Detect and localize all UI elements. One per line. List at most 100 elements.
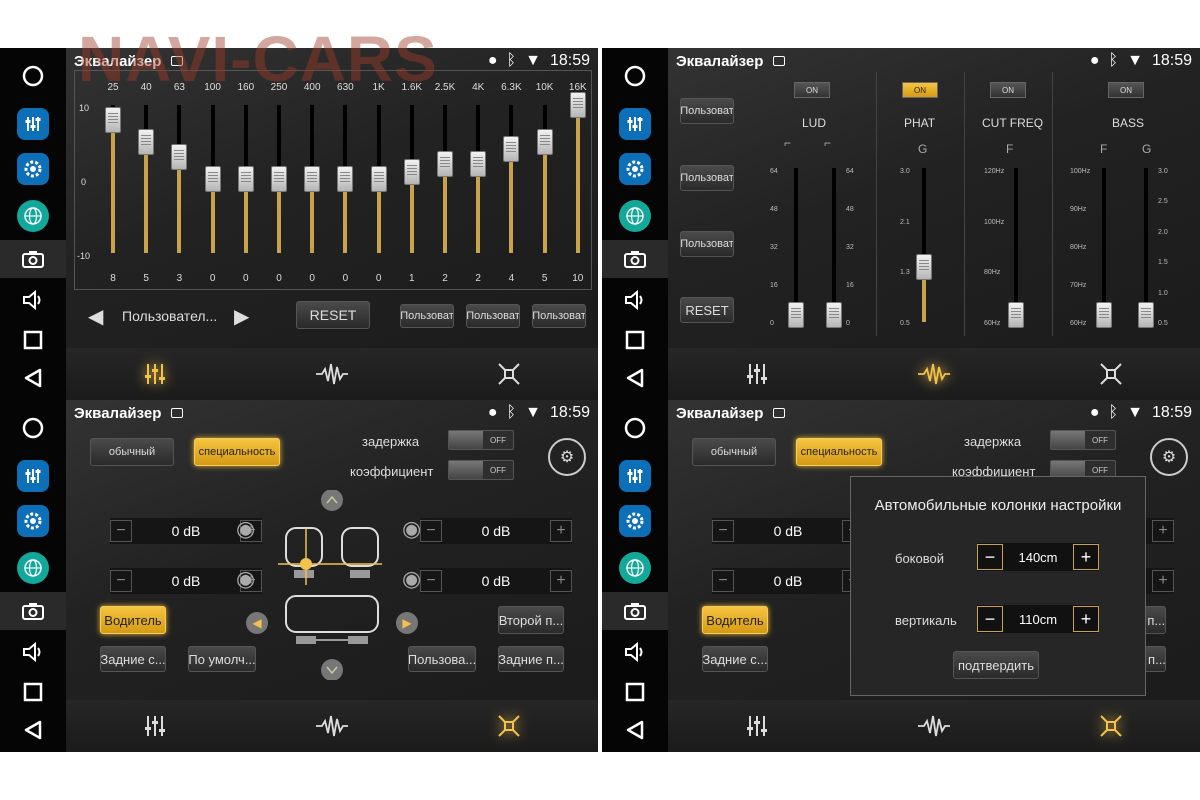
lud-left-track[interactable] xyxy=(788,168,804,328)
coef-toggle[interactable]: OFF xyxy=(448,460,514,480)
band-slider-track[interactable] xyxy=(204,105,221,253)
band-slider-knob[interactable] xyxy=(105,106,121,133)
settings-gear-icon[interactable] xyxy=(17,505,49,537)
lud-on-toggle[interactable]: ON xyxy=(794,82,830,98)
rear-seat-button[interactable]: Задние с... xyxy=(702,646,768,672)
band-slider-track[interactable] xyxy=(503,105,520,253)
car-settings-icon[interactable]: ⚙ xyxy=(1150,438,1188,476)
tab-soundwave-icon[interactable] xyxy=(312,354,352,394)
band-slider-knob[interactable] xyxy=(271,166,287,192)
driver-button[interactable]: Водитель xyxy=(100,606,166,634)
band-slider-knob[interactable] xyxy=(304,166,321,192)
car-settings-icon[interactable]: ⚙ xyxy=(548,438,586,476)
preset-button-2[interactable]: Пользоват xyxy=(466,304,520,328)
tab-equalizer-icon[interactable] xyxy=(135,354,175,394)
camera-icon[interactable] xyxy=(0,592,66,630)
band-slider-track[interactable] xyxy=(337,105,354,253)
phat-on-toggle[interactable]: ON xyxy=(902,82,938,98)
band-slider-track[interactable] xyxy=(237,105,254,253)
tab-soundwave-icon[interactable] xyxy=(312,706,352,746)
lud-right-knob[interactable] xyxy=(826,302,842,328)
band-slider-track[interactable] xyxy=(569,92,586,253)
special-mode-button[interactable]: специальность xyxy=(194,438,280,466)
rear-seat-button[interactable]: Задние с... xyxy=(100,646,166,672)
back-icon[interactable] xyxy=(619,362,651,394)
band-slider-knob[interactable] xyxy=(536,129,553,155)
lud-left-knob[interactable] xyxy=(788,302,804,328)
bass-f-track[interactable] xyxy=(1096,168,1112,328)
band-slider-knob[interactable] xyxy=(403,158,420,185)
tab-speaker-layout-icon[interactable] xyxy=(1091,354,1131,394)
tab-soundwave-icon[interactable] xyxy=(914,354,954,394)
globe-icon[interactable] xyxy=(619,552,651,584)
bass-f-knob[interactable] xyxy=(1096,302,1112,328)
band-slider-knob[interactable] xyxy=(370,166,387,192)
second-passenger-button[interactable]: Второй п... xyxy=(498,606,564,634)
preset-button-1[interactable]: Пользоват xyxy=(400,304,454,328)
vertical-minus-button[interactable]: − xyxy=(977,606,1003,632)
band-slider-track[interactable] xyxy=(470,105,487,253)
equalizer-app-icon[interactable] xyxy=(17,460,49,492)
band-slider-track[interactable] xyxy=(171,105,188,253)
minus-button[interactable]: − xyxy=(712,570,734,592)
equalizer-app-icon[interactable] xyxy=(619,108,651,140)
globe-icon[interactable] xyxy=(17,200,49,232)
confirm-button[interactable]: подтвердить xyxy=(953,651,1039,679)
tab-equalizer-icon[interactable] xyxy=(737,354,777,394)
camera-icon[interactable] xyxy=(602,592,668,630)
globe-icon[interactable] xyxy=(17,552,49,584)
side-minus-button[interactable]: − xyxy=(977,544,1003,570)
settings-gear-icon[interactable] xyxy=(619,153,651,185)
plus-button[interactable]: + xyxy=(1152,520,1174,542)
bass-on-toggle[interactable]: ON xyxy=(1108,82,1144,98)
special-mode-button[interactable]: специальность xyxy=(796,438,882,466)
tab-speaker-layout-icon[interactable] xyxy=(489,354,529,394)
band-slider-knob[interactable] xyxy=(337,166,354,192)
bass-g-knob[interactable] xyxy=(1138,302,1154,328)
band-slider-knob[interactable] xyxy=(569,92,586,118)
home-circle-icon[interactable] xyxy=(17,412,49,444)
minus-button[interactable]: − xyxy=(110,520,132,542)
recent-apps-icon[interactable] xyxy=(17,676,49,708)
vertical-plus-button[interactable]: + xyxy=(1073,606,1099,632)
band-slider-knob[interactable] xyxy=(437,151,453,178)
normal-mode-button[interactable]: обычный xyxy=(692,438,776,466)
camera-icon[interactable] xyxy=(0,240,66,278)
normal-mode-button[interactable]: обычный xyxy=(90,438,174,466)
default-button[interactable]: По умолч... xyxy=(188,646,256,672)
settings-gear-icon[interactable] xyxy=(17,153,49,185)
band-slider-knob[interactable] xyxy=(171,143,188,170)
bass-g-track[interactable] xyxy=(1138,168,1154,328)
cutfreq-on-toggle[interactable]: ON xyxy=(990,82,1026,98)
right-arrow-button[interactable]: ▶ xyxy=(396,612,418,634)
tab-equalizer-icon[interactable] xyxy=(135,706,175,746)
next-preset-arrow-icon[interactable]: ▶ xyxy=(234,304,249,329)
band-slider-knob[interactable] xyxy=(138,129,155,155)
band-slider-knob[interactable] xyxy=(503,136,520,163)
user-button[interactable]: Пользова... xyxy=(408,646,476,672)
camera-icon[interactable] xyxy=(602,240,668,278)
band-slider-track[interactable] xyxy=(437,105,453,253)
preset-button-3[interactable]: Пользоват xyxy=(680,231,734,257)
reset-button[interactable]: RESET xyxy=(680,297,734,323)
band-slider-track[interactable] xyxy=(304,105,321,253)
cutfreq-track[interactable] xyxy=(1008,168,1024,328)
driver-button[interactable]: Водитель xyxy=(702,606,768,634)
home-circle-icon[interactable] xyxy=(17,60,49,92)
preset-button-2[interactable]: Пользоват xyxy=(680,165,734,191)
band-slider-track[interactable] xyxy=(105,105,121,253)
band-slider-knob[interactable] xyxy=(237,166,254,192)
band-slider-knob[interactable] xyxy=(470,151,487,178)
home-circle-icon[interactable] xyxy=(619,412,651,444)
plus-button[interactable]: + xyxy=(550,570,572,592)
minus-button[interactable]: − xyxy=(420,520,442,542)
recent-apps-icon[interactable] xyxy=(619,676,651,708)
globe-icon[interactable] xyxy=(619,200,651,232)
recent-apps-icon[interactable] xyxy=(17,324,49,356)
delay-toggle[interactable]: OFF xyxy=(448,430,514,450)
home-circle-icon[interactable] xyxy=(619,60,651,92)
rear-passenger-button[interactable]: Задние п... xyxy=(498,646,564,672)
equalizer-app-icon[interactable] xyxy=(619,460,651,492)
lud-right-track[interactable] xyxy=(826,168,842,328)
tab-speaker-layout-icon[interactable] xyxy=(1091,706,1131,746)
